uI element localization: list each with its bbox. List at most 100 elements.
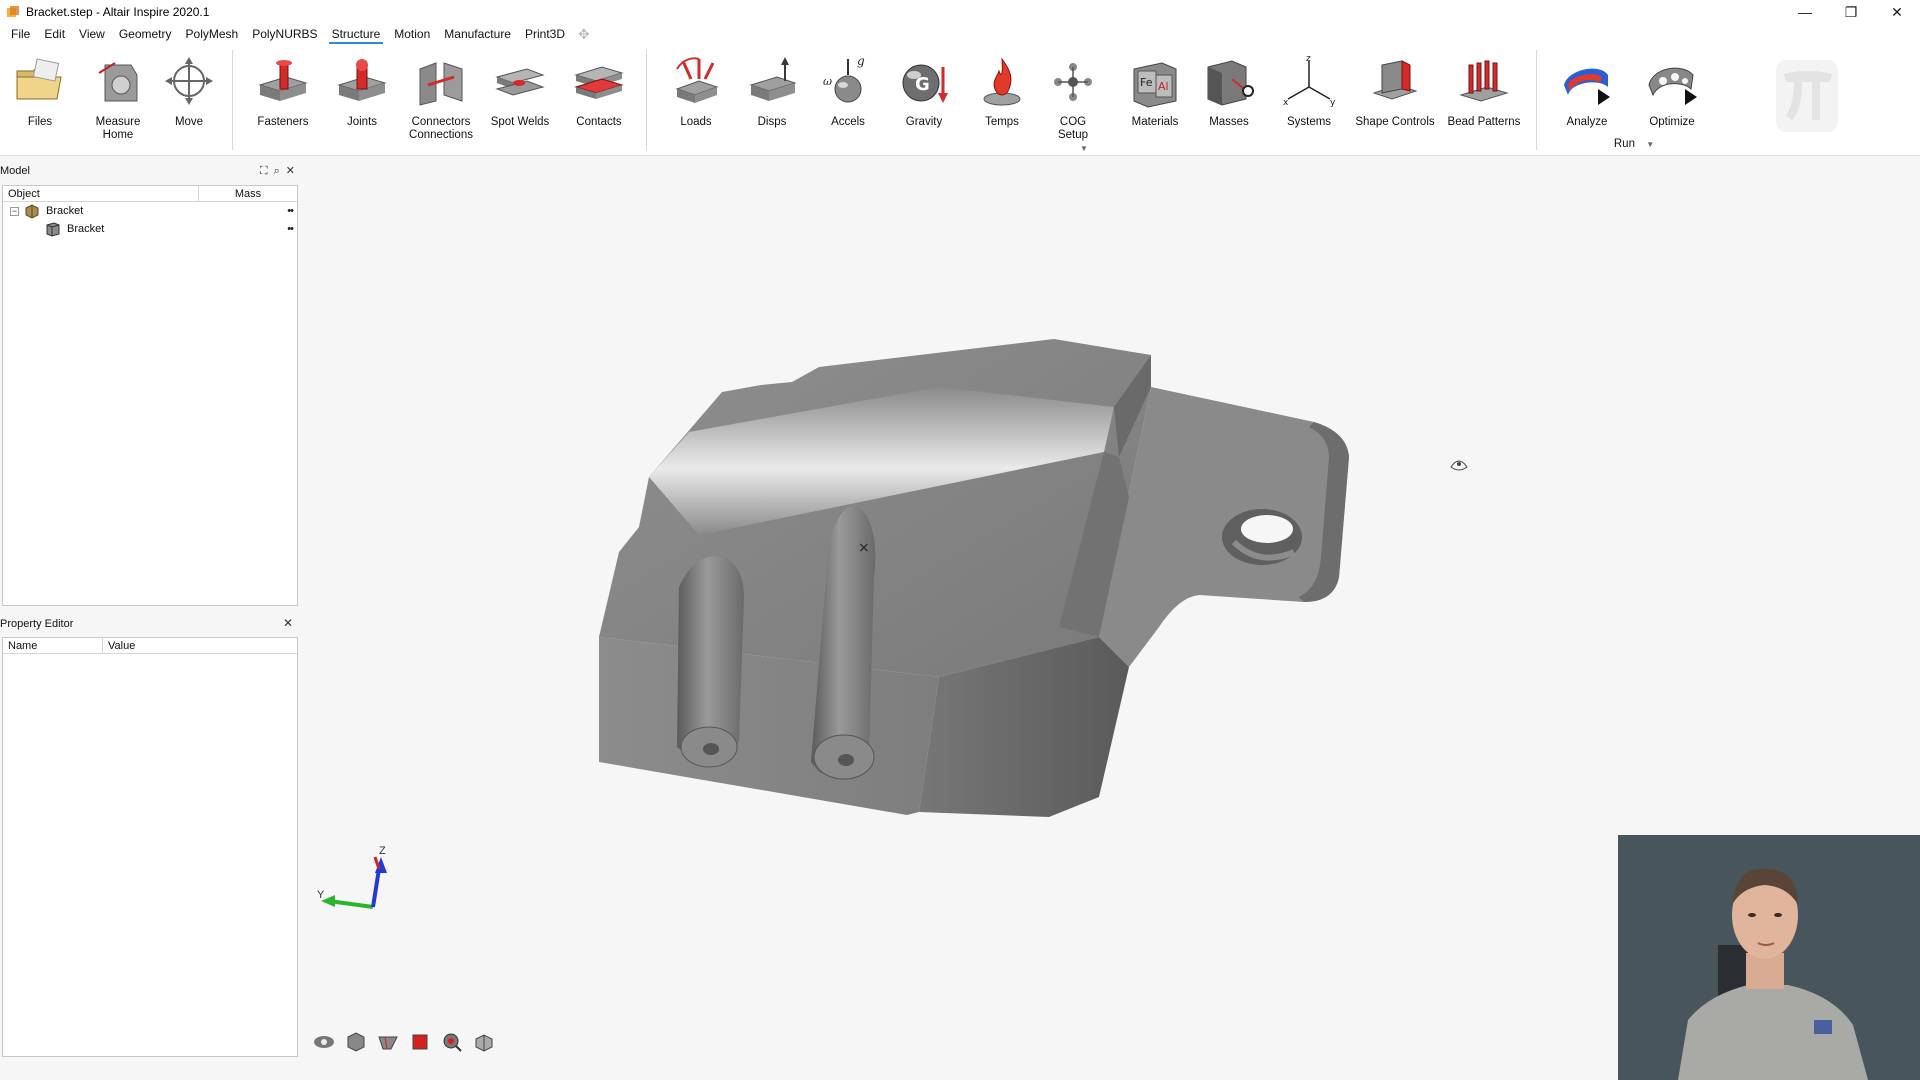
svg-text:Al: Al — [1158, 80, 1169, 93]
menu-file[interactable]: File — [4, 24, 37, 44]
close-icon[interactable]: ✕ — [283, 616, 293, 630]
triad-z-label: Z — [379, 845, 386, 857]
filter-icon[interactable]: ⛶ — [260, 165, 268, 177]
svg-text:G: G — [915, 74, 930, 95]
move-tool[interactable]: Move — [156, 52, 222, 129]
loads-tool[interactable]: Loads — [660, 52, 732, 129]
tab-motion[interactable]: Motion — [387, 24, 437, 44]
analyze-tool[interactable]: Analyze — [1552, 52, 1622, 129]
measure-tool[interactable]: Measure Home — [84, 52, 152, 142]
center-of-gravity-icon — [1045, 52, 1101, 112]
display-mode-icon[interactable] — [408, 1030, 432, 1054]
section-cut-icon[interactable] — [376, 1030, 400, 1054]
contacts-icon — [571, 52, 627, 112]
masses-tool[interactable]: Masses — [1196, 52, 1262, 129]
inspire-app-icon — [7, 6, 19, 17]
restore-button[interactable]: ❐ — [1828, 0, 1874, 24]
collapse-icon[interactable]: − — [10, 206, 19, 216]
add-tab-icon[interactable]: ✥ — [572, 26, 596, 43]
ribbon-separator — [232, 50, 233, 150]
part-icon — [46, 222, 60, 237]
optimize-tool[interactable]: Optimize — [1636, 52, 1708, 129]
tab-geometry[interactable]: Geometry — [112, 24, 179, 44]
move-label: Move — [174, 116, 204, 128]
zoom-fit-icon[interactable] — [440, 1030, 464, 1054]
close-icon[interactable]: ✕ — [286, 165, 295, 177]
joints-label: Joints — [346, 116, 378, 128]
search-icon[interactable]: ⌕ — [274, 165, 280, 177]
minimize-button[interactable]: — — [1782, 0, 1828, 24]
files-tool[interactable]: Files — [4, 52, 76, 129]
systems-label: Systems — [1286, 116, 1332, 128]
displacements-icon — [744, 52, 800, 112]
menu-bar: File Edit View Geometry PolyMesh PolyNUR… — [0, 24, 1920, 44]
tab-polynurbs[interactable]: PolyNURBS — [245, 24, 324, 44]
svg-text:x: x — [1283, 98, 1289, 108]
property-grid[interactable]: Name Value — [2, 637, 298, 1057]
model-tree-header: Object Mass — [3, 186, 297, 202]
model-tree[interactable]: Object Mass − Bracket •• Bracket •• — [2, 185, 298, 606]
svg-text:ω: ω — [823, 75, 832, 88]
tree-row-part[interactable]: Bracket •• — [3, 220, 297, 238]
tab-print3d[interactable]: Print3D — [518, 24, 572, 44]
temperature-flame-icon — [974, 52, 1030, 112]
contacts-tool[interactable]: Contacts — [564, 52, 634, 129]
bead-patterns-tool[interactable]: Bead Patterns — [1444, 52, 1524, 129]
svg-text:y: y — [1330, 98, 1336, 108]
setup-label: Setup — [1057, 129, 1089, 141]
model-browser-title: Model — [0, 165, 30, 177]
tab-manufacture[interactable]: Manufacture — [437, 24, 518, 44]
setup-dropdown[interactable]: Setup ▼ — [1042, 129, 1104, 155]
close-button[interactable]: ✕ — [1874, 0, 1920, 24]
systems-tool[interactable]: z x y Systems — [1272, 52, 1346, 129]
tree-row-assembly[interactable]: − Bracket •• — [3, 202, 297, 220]
masses-icon — [1201, 52, 1257, 112]
tree-label: Bracket — [46, 205, 84, 217]
transparency-icon[interactable] — [472, 1030, 496, 1054]
joints-tool[interactable]: Joints — [330, 52, 394, 129]
tab-structure[interactable]: Structure — [325, 24, 388, 44]
connectors-icon — [413, 52, 469, 112]
view-cube-icon[interactable] — [344, 1030, 368, 1054]
col-value[interactable]: Value — [103, 638, 297, 653]
connectors-tool[interactable]: Connectors Connections — [404, 52, 478, 142]
joints-icon — [334, 52, 390, 112]
col-mass[interactable]: Mass — [199, 186, 297, 201]
spot-welds-label: Spot Welds — [490, 116, 550, 128]
col-name[interactable]: Name — [3, 638, 103, 653]
run-dropdown[interactable]: Run ▼ — [1604, 138, 1664, 151]
spot-welds-tool[interactable]: Spot Welds — [486, 52, 554, 129]
property-editor-panel: Property Editor ✕ Name Value — [0, 616, 299, 1057]
assembly-icon — [25, 204, 39, 219]
svg-text:×: × — [858, 540, 870, 556]
materials-icon: Fe Al — [1127, 52, 1183, 112]
shape-controls-tool[interactable]: Shape Controls — [1352, 52, 1438, 129]
view-orientation-icon[interactable] — [312, 1030, 336, 1054]
connectors-label: Connectors — [411, 116, 471, 128]
fasteners-tool[interactable]: Fasteners — [246, 52, 320, 129]
menu-edit[interactable]: Edit — [37, 24, 72, 44]
gravity-tool[interactable]: G Gravity — [890, 52, 958, 129]
menu-view[interactable]: View — [72, 24, 112, 44]
contacts-label: Contacts — [576, 116, 622, 128]
cog-setup-tool[interactable]: COG Setup ▼ — [1042, 52, 1104, 155]
temps-tool[interactable]: Temps — [968, 52, 1036, 129]
title-bar: Bracket.step - Altair Inspire 2020.1 — ❐… — [0, 0, 1920, 24]
view-controls-toolbar — [312, 1030, 496, 1054]
svg-text:g: g — [857, 55, 865, 68]
presenter-video — [1618, 835, 1920, 1080]
accels-tool[interactable]: gω Accels — [814, 52, 882, 129]
measure-label: Measure — [95, 116, 141, 128]
tab-polymesh[interactable]: PolyMesh — [179, 24, 246, 44]
disps-tool[interactable]: Disps — [740, 52, 804, 129]
ribbon-separator — [646, 50, 647, 150]
optimize-icon — [1644, 52, 1700, 112]
bead-patterns-label: Bead Patterns — [1447, 116, 1521, 128]
folder-icon — [12, 52, 68, 112]
materials-tool[interactable]: Fe Al Materials — [1124, 52, 1186, 129]
files-label: Files — [27, 116, 53, 128]
disps-label: Disps — [757, 116, 787, 128]
measure-icon — [90, 52, 146, 112]
accelerations-icon: gω — [820, 52, 876, 112]
col-object[interactable]: Object — [3, 186, 199, 201]
